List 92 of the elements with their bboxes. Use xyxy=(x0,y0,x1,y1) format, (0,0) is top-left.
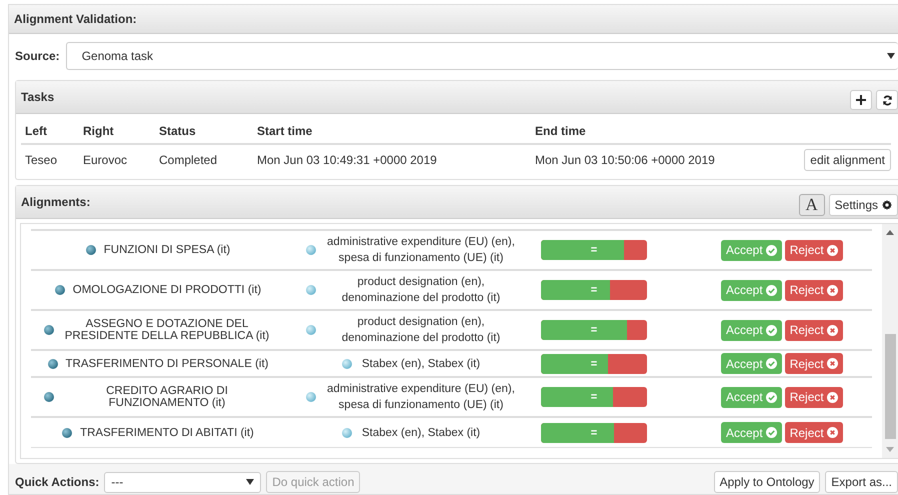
confidence-bar[interactable]: = xyxy=(541,422,647,442)
refresh-icon xyxy=(882,94,892,106)
add-button[interactable] xyxy=(850,90,872,110)
reject-button[interactable]: Reject xyxy=(784,240,843,260)
source-label: Source: xyxy=(15,49,60,63)
font-button[interactable]: A xyxy=(798,194,825,216)
concept-dot-icon xyxy=(342,428,352,438)
scroll-up-icon xyxy=(886,230,894,235)
concept-dot-icon xyxy=(62,428,72,438)
reject-button[interactable]: Reject xyxy=(784,386,843,408)
concept-dot-icon xyxy=(306,325,316,335)
confidence-bar[interactable]: = xyxy=(541,387,647,407)
reject-button[interactable]: Reject xyxy=(784,422,843,443)
confidence-bar[interactable]: = xyxy=(541,280,647,300)
reject-button[interactable]: Reject xyxy=(784,353,843,374)
concept-dot-icon xyxy=(44,392,54,402)
table-cell: Mon Jun 03 10:49:31 +0000 2019 xyxy=(253,144,531,175)
table-cell: Eurovoc xyxy=(79,144,155,175)
concept-dot-icon xyxy=(342,358,352,368)
settings-button[interactable]: Settings xyxy=(828,194,898,216)
source-concept: TRASFERIMENTO DI ABITATI (it) xyxy=(80,426,254,438)
confidence-bar[interactable]: = xyxy=(541,354,647,374)
concept-dot-icon xyxy=(44,325,54,335)
concept-dot-icon xyxy=(48,358,58,368)
table-cell: Completed xyxy=(155,144,253,175)
concept-dot-icon xyxy=(306,285,316,295)
accept-button[interactable]: Accept xyxy=(721,320,782,340)
apply-to-ontology-button[interactable]: Apply to Ontology xyxy=(714,471,820,493)
check-circle-icon xyxy=(766,358,777,369)
check-circle-icon xyxy=(766,427,777,438)
target-concept: Stabex (en), Stabex (it) xyxy=(362,356,480,372)
x-circle-icon xyxy=(826,324,838,336)
relation-label: = xyxy=(590,426,598,440)
relation-label: = xyxy=(590,390,598,405)
target-concept: administrative expenditure (EU) (en), spesa di funzionamento (UE) (it) xyxy=(326,235,516,266)
x-circle-icon xyxy=(826,284,838,296)
check-circle-icon xyxy=(766,244,777,256)
caret-icon xyxy=(887,53,895,59)
column-header: Status xyxy=(155,120,253,144)
x-circle-icon xyxy=(826,358,838,369)
target-concept: Stabex (en), Stabex (it) xyxy=(362,426,480,440)
x-circle-icon xyxy=(826,427,838,438)
reject-button[interactable]: Reject xyxy=(784,320,843,340)
gear-icon xyxy=(882,200,892,210)
relation-label: = xyxy=(590,356,598,372)
export-button[interactable]: Export as... xyxy=(825,471,898,493)
reject-button[interactable]: Reject xyxy=(784,280,843,300)
source-concept: CREDITO AGRARIO DI FUNZIONAMENTO (it) xyxy=(105,385,229,409)
concept-dot-icon xyxy=(54,285,65,295)
refresh-button[interactable] xyxy=(876,90,898,110)
concept-dot-icon xyxy=(306,392,316,402)
source-concept: TRASFERIMENTO DI PERSONALE (it) xyxy=(66,358,268,370)
accept-button[interactable]: Accept xyxy=(721,280,782,300)
column-header: End time xyxy=(531,120,772,144)
check-circle-icon xyxy=(766,324,777,336)
source-select[interactable]: Genoma task xyxy=(66,42,898,70)
accept-button[interactable]: Accept xyxy=(721,386,782,408)
confidence-bar[interactable]: = xyxy=(541,320,647,340)
x-circle-icon xyxy=(826,244,838,256)
source-concept: ASSEGNO E DOTAZIONE DEL PRESIDENTE DELLA REPUBBLICA (it) xyxy=(64,318,270,342)
accept-button[interactable]: Accept xyxy=(721,240,782,260)
check-circle-icon xyxy=(766,284,777,296)
target-concept: product designation (en), denominazione del prodotto (it) xyxy=(340,275,502,306)
accept-button[interactable]: Accept xyxy=(721,353,782,374)
column-header: Right xyxy=(79,120,155,144)
alignments-title: Alignments: xyxy=(21,195,90,209)
quick-actions-select[interactable]: --- xyxy=(104,472,262,492)
plus-icon xyxy=(856,95,866,105)
table-cell: Teseo xyxy=(21,144,79,175)
confidence-bar[interactable]: = xyxy=(541,240,647,260)
scrollbar[interactable] xyxy=(882,224,898,458)
panel-title: Alignment Validation: xyxy=(14,12,137,26)
concept-dot-icon xyxy=(86,245,96,255)
caret-icon xyxy=(246,479,254,485)
relation-label: = xyxy=(590,323,598,338)
quick-actions-label: Quick Actions: xyxy=(15,475,100,489)
edit-alignment-button[interactable]: edit alignment xyxy=(804,149,891,171)
column-header: Left xyxy=(21,120,79,144)
check-circle-icon xyxy=(766,392,777,402)
scroll-down-icon xyxy=(886,447,894,452)
column-header: Start time xyxy=(253,120,531,144)
relation-label: = xyxy=(590,243,598,258)
relation-label: = xyxy=(590,283,598,298)
target-concept: product designation (en), denominazione del prodotto (it) xyxy=(340,315,502,346)
concept-dot-icon xyxy=(306,245,316,255)
x-circle-icon xyxy=(826,392,838,402)
source-concept: FUNZIONI DI SPESA (it) xyxy=(104,244,230,256)
tasks-title: Tasks xyxy=(21,90,54,104)
accept-button[interactable]: Accept xyxy=(721,422,782,443)
target-concept: administrative expenditure (EU) (en), spesa di funzionamento (UE) (it) xyxy=(326,382,516,413)
table-cell: Mon Jun 03 10:50:06 +0000 2019 xyxy=(531,144,772,175)
source-concept: OMOLOGAZIONE DI PRODOTTI (it) xyxy=(72,284,262,296)
